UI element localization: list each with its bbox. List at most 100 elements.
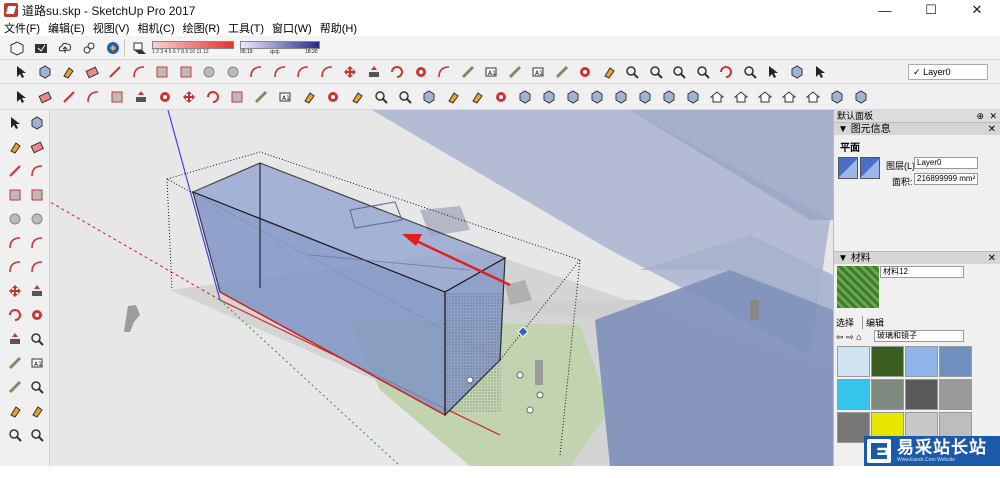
zoom-side-tool-icon[interactable] [28,330,46,348]
zoom-tool-icon[interactable] [623,63,641,81]
orbit-side-tool-icon[interactable] [28,306,46,324]
move-side-tool-icon[interactable] [6,282,24,300]
material-swatch[interactable] [939,379,972,410]
paint-side-tool-icon[interactable] [28,402,46,420]
box-tool-icon[interactable] [420,88,438,106]
close-button[interactable]: ✕ [954,0,1000,20]
tape-tool-icon[interactable] [506,63,524,81]
rect-tool-icon[interactable] [153,63,171,81]
house-tool-icon[interactable] [780,88,798,106]
push-side-tool-icon[interactable] [6,330,24,348]
current-material-preview[interactable] [837,266,879,308]
rotate-tool-icon[interactable] [388,63,406,81]
material-swatch[interactable] [905,346,938,377]
arc-tool-icon[interactable] [247,63,265,81]
box-tool-icon[interactable] [660,88,678,106]
orbit-tool-icon[interactable] [576,63,594,81]
upload-cloud-icon[interactable] [56,39,74,57]
material-swatch[interactable] [939,346,972,377]
text-tool-icon[interactable]: A1 [482,63,500,81]
arc-side-tool-icon[interactable] [28,234,46,252]
zoom-tool-icon[interactable] [670,63,688,81]
rect-tool-icon[interactable] [108,88,126,106]
time-slider[interactable] [240,41,320,49]
arc-tool-icon[interactable] [435,63,453,81]
arc-side-tool-icon[interactable] [28,162,46,180]
paint-tool-icon[interactable] [348,88,366,106]
menu-edit[interactable]: 编辑(E) [48,20,85,36]
box-tool-icon[interactable] [636,88,654,106]
material-swatch[interactable] [837,346,870,377]
layer-select[interactable]: Layer0 [914,157,978,169]
rect-side-tool-icon[interactable] [6,186,24,204]
box-tool-icon[interactable] [828,88,846,106]
materials-header[interactable]: ▼ 材料 ✕ [834,251,1000,264]
move-tool-icon[interactable] [341,63,359,81]
paint-tool-icon[interactable] [468,88,486,106]
house-tool-icon[interactable] [732,88,750,106]
zoom-tool-icon[interactable] [372,88,390,106]
orbit-tool-icon[interactable] [492,88,510,106]
box-tool-icon[interactable] [852,88,870,106]
menu-draw[interactable]: 绘图(R) [183,20,220,36]
text-tool-icon[interactable]: A1 [276,88,294,106]
orbit-tool-icon[interactable] [156,88,174,106]
entity-info-header[interactable]: ▼ 图元信息 ✕ [834,122,1000,135]
zoom-tool-icon[interactable] [741,63,759,81]
month-slider[interactable] [152,41,234,49]
box-tool-icon[interactable] [588,88,606,106]
menu-view[interactable]: 视图(V) [93,20,130,36]
box-tool-icon[interactable] [612,88,630,106]
tape-tool-icon[interactable] [553,63,571,81]
arc-tool-icon[interactable] [318,63,336,81]
front-material-swatch[interactable] [838,157,858,179]
push-tool-icon[interactable] [132,88,150,106]
shadow-toggle-icon[interactable] [130,39,148,57]
zoom-side-tool-icon[interactable] [28,426,46,444]
rotate-tool-icon[interactable] [204,88,222,106]
eraser-tool-icon[interactable] [83,63,101,81]
menu-window[interactable]: 窗口(W) [272,20,312,36]
circle-side-tool-icon[interactable] [6,210,24,228]
tab-edit[interactable]: 编辑 [862,316,884,329]
zoom-tool-icon[interactable] [396,88,414,106]
rect-tool-icon[interactable] [177,63,195,81]
rect-tool-icon[interactable] [228,88,246,106]
arc-tool-icon[interactable] [271,63,289,81]
tray-close-icon[interactable]: ✕ [989,110,997,122]
box-tool-icon[interactable] [36,63,54,81]
paint-tool-icon[interactable] [59,63,77,81]
arc-tool-icon[interactable] [130,63,148,81]
orbit-tool-icon[interactable] [412,63,430,81]
select-tool-icon[interactable] [811,63,829,81]
extension-warehouse-icon[interactable] [104,39,122,57]
select-tool-icon[interactable] [764,63,782,81]
material-swatch[interactable] [905,379,938,410]
tab-select[interactable]: 选择 [836,316,854,329]
house-tool-icon[interactable] [756,88,774,106]
zoom-side-tool-icon[interactable] [28,378,46,396]
tray-pin-icon[interactable]: ⊕ [976,110,984,122]
move-tool-icon[interactable] [180,88,198,106]
zoom-side-tool-icon[interactable] [6,426,24,444]
menu-file[interactable]: 文件(F) [4,20,40,36]
circle-side-tool-icon[interactable] [28,210,46,228]
select-side-tool-icon[interactable] [6,114,24,132]
drawing-area[interactable] [50,110,833,466]
text-side-tool-icon[interactable]: A1 [28,354,46,372]
select-tool-icon[interactable] [12,63,30,81]
house-tool-icon[interactable] [804,88,822,106]
paint-side-tool-icon[interactable] [6,402,24,420]
house-tool-icon[interactable] [708,88,726,106]
tape-tool-icon[interactable] [252,88,270,106]
menu-camera[interactable]: 相机(C) [137,20,174,36]
menu-tools[interactable]: 工具(T) [228,20,264,36]
material-name-field[interactable]: 材料12 [880,266,964,278]
tape-side-tool-icon[interactable] [6,354,24,372]
maximize-button[interactable]: ☐ [908,0,954,20]
push-side-tool-icon[interactable] [28,282,46,300]
material-library-select[interactable]: 玻璃和镜子 [874,330,964,342]
paint-tool-icon[interactable] [300,88,318,106]
arc-side-tool-icon[interactable] [6,234,24,252]
box-tool-icon[interactable] [516,88,534,106]
